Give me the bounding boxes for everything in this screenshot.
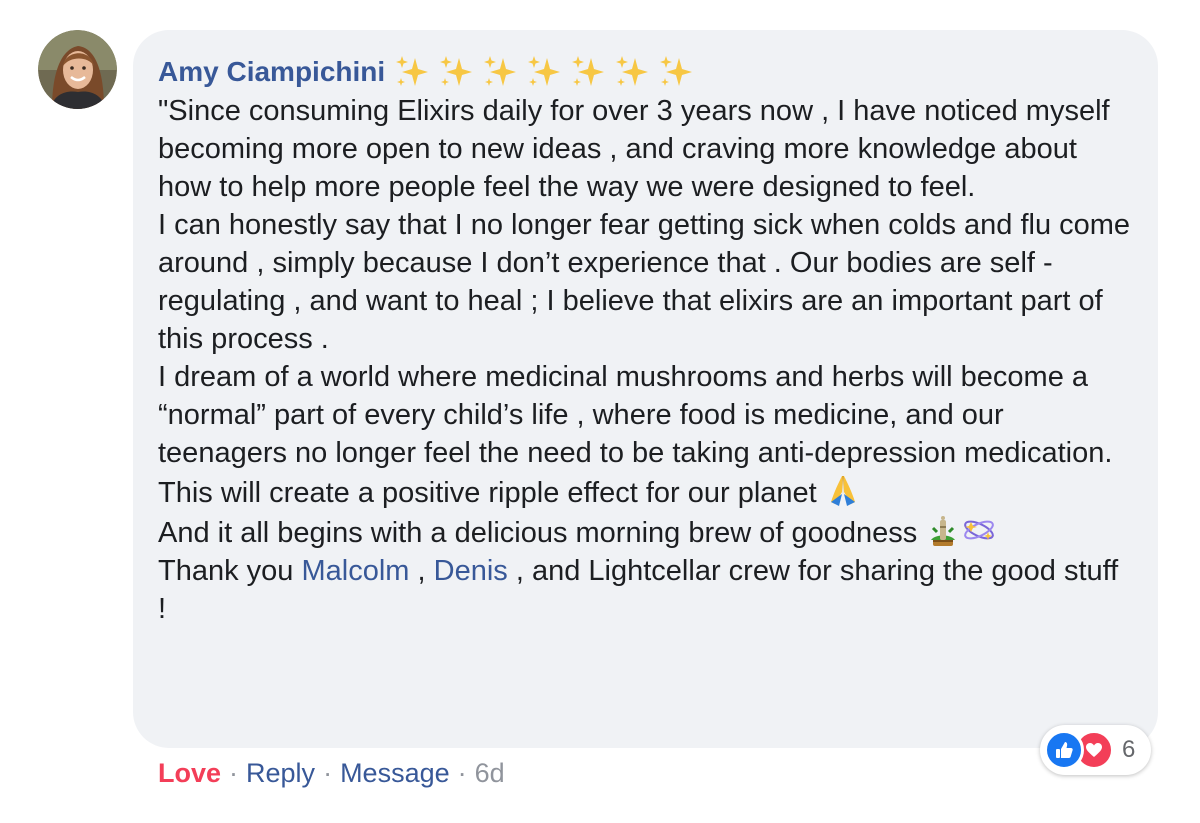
comment-body: "Since consuming Elixirs daily for over … <box>158 92 1132 628</box>
sparkles-group <box>393 52 701 92</box>
comment-paragraph-3: I dream of a world where medicinal mushr… <box>158 358 1132 512</box>
folded-hands-icon <box>825 472 861 508</box>
paragraph-3-text: I dream of a world where medicinal mushr… <box>158 361 1113 509</box>
comment-timestamp[interactable]: 6d <box>475 758 505 789</box>
love-button[interactable]: Love <box>158 758 221 789</box>
sparkles-icon <box>569 52 609 92</box>
mention-separator: , <box>417 555 426 587</box>
mention-denis[interactable]: Denis <box>434 555 508 587</box>
comment-bubble: Amy Ciampichini "Since consuming Elixirs… <box>133 30 1158 748</box>
mention-malcolm[interactable]: Malcolm <box>301 555 409 587</box>
sparkles-icon <box>657 52 697 92</box>
dizzy-orbit-icon <box>961 512 997 548</box>
comment-actions: Love · Reply · Message · 6d <box>158 753 505 793</box>
action-separator: · <box>323 757 333 788</box>
like-reaction-icon <box>1044 730 1084 770</box>
action-separator: · <box>229 757 239 788</box>
bamboo-decoration-icon <box>925 512 961 548</box>
action-separator: · <box>457 757 467 788</box>
sparkles-icon <box>525 52 565 92</box>
comment-paragraph-1: "Since consuming Elixirs daily for over … <box>158 95 1110 203</box>
sparkles-icon <box>393 52 433 92</box>
sparkles-icon <box>481 52 521 92</box>
comment-paragraph-5: Thank you Malcolm , Denis , and Lightcel… <box>158 552 1132 628</box>
sparkles-icon <box>437 52 477 92</box>
avatar[interactable] <box>38 30 117 109</box>
comment-paragraph-4: And it all begins with a delicious morni… <box>158 512 1132 552</box>
reply-button[interactable]: Reply <box>246 758 315 789</box>
reactions-summary[interactable]: 6 <box>1040 725 1152 775</box>
comment: Amy Ciampichini "Since consuming Elixirs… <box>0 0 1200 823</box>
paragraph-4-text: And it all begins with a delicious morni… <box>158 517 918 549</box>
thank-you-text: Thank you <box>158 555 294 587</box>
message-button[interactable]: Message <box>340 758 450 789</box>
reaction-count: 6 <box>1122 736 1136 763</box>
comment-paragraph-2: I can honestly say that I no longer fear… <box>158 209 1131 355</box>
author-line: Amy Ciampichini <box>158 52 1132 92</box>
sparkles-icon <box>613 52 653 92</box>
author-name[interactable]: Amy Ciampichini <box>158 52 385 92</box>
avatar-image <box>38 30 117 109</box>
